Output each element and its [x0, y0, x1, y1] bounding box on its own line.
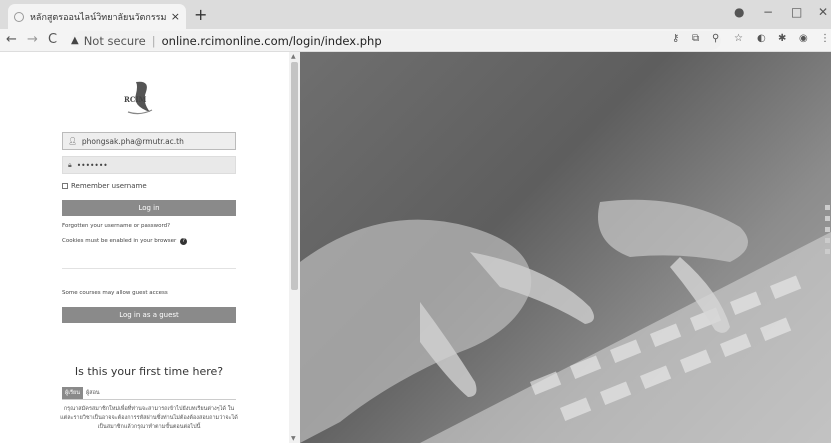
key-icon[interactable]: ⚷ [672, 33, 679, 44]
url-text[interactable]: online.rcimonline.com/login/index.php [162, 34, 382, 48]
bookmark-star-icon[interactable]: ☆ [734, 33, 743, 44]
username-value: phongsak.pha@rmutr.ac.th [81, 136, 184, 146]
lock-icon: 🔒︎ [68, 160, 72, 169]
new-tab-button[interactable]: + [194, 5, 207, 24]
remember-checkbox[interactable] [62, 183, 68, 189]
site-logo: RCIM [122, 78, 162, 118]
forward-button[interactable]: → [27, 32, 38, 47]
scroll-up-icon[interactable]: ▲ [291, 53, 296, 60]
extension-icon[interactable]: ◐ [757, 33, 766, 44]
tab-student[interactable]: ผู้เรียน [62, 387, 84, 399]
divider [62, 268, 236, 269]
omnibox-separator: | [151, 33, 156, 48]
remember-username[interactable]: Remember username [62, 182, 147, 190]
cookies-text: Cookies must be enabled in your browser [62, 238, 177, 244]
login-panel: RCIM 👤︎ phongsak.pha@rmutr.ac.th 🔒︎ ••••… [0, 52, 289, 443]
first-time-tabs: ผู้เรียน ผู้สอน [62, 387, 236, 400]
menu-icon[interactable]: ⋮ [820, 33, 830, 44]
account-icon[interactable]: ◉ [799, 33, 808, 44]
omnibox[interactable]: ▲ Not secure | online.rcimonline.com/log… [71, 31, 721, 50]
login-button[interactable]: Log in [62, 200, 236, 216]
browser-tab-bar: หลักสูตรออนไลน์วิทยาลัยนวัตกรรมการ × + ●… [0, 0, 831, 29]
scrollbar[interactable]: ▲ ▼ [289, 52, 300, 443]
window-close-icon[interactable]: ✕ [818, 5, 828, 19]
first-time-heading: Is this your first time here? [74, 365, 224, 378]
warning-icon[interactable]: ▲ [71, 35, 79, 46]
forgotten-link[interactable]: Forgotten your username or password? [62, 223, 170, 229]
tab-close-icon[interactable]: × [171, 10, 180, 23]
side-dot-2[interactable] [825, 216, 830, 221]
security-label[interactable]: Not secure [84, 34, 146, 48]
profile-icon[interactable]: ● [734, 5, 744, 19]
first-time-description: กรุณาสมัครสมาชิกใหม่เพื่อที่ท่านจะสามารถ… [60, 406, 238, 430]
side-dot-3[interactable] [825, 227, 830, 232]
password-field[interactable]: 🔒︎ ••••••• [62, 156, 236, 174]
background-image [300, 52, 831, 443]
remember-label: Remember username [71, 182, 147, 190]
side-dot-5[interactable] [825, 249, 830, 254]
favicon-icon [14, 11, 24, 22]
tab-teacher[interactable]: ผู้สอน [83, 387, 103, 399]
reload-button[interactable]: C [48, 32, 57, 47]
guest-access-text: Some courses may allow guest access [62, 290, 168, 296]
zoom-icon[interactable]: ⚲ [712, 33, 719, 44]
address-bar-row: ← → C ▲ Not secure | online.rcimonline.c… [0, 29, 831, 52]
maximize-icon[interactable]: □ [791, 5, 802, 19]
minimize-icon[interactable]: − [763, 5, 773, 19]
username-field[interactable]: 👤︎ phongsak.pha@rmutr.ac.th [62, 132, 236, 150]
back-button[interactable]: ← [6, 32, 17, 47]
puzzle-icon[interactable]: ✱ [778, 33, 786, 44]
help-icon[interactable]: ? [180, 238, 188, 245]
side-dot-4[interactable] [825, 238, 830, 243]
scrollbar-thumb[interactable] [291, 62, 298, 290]
side-dot-1[interactable] [825, 205, 830, 210]
scroll-down-icon[interactable]: ▼ [291, 435, 296, 442]
translate-icon[interactable]: ⧉ [692, 33, 699, 44]
page-content: RCIM 👤︎ phongsak.pha@rmutr.ac.th 🔒︎ ••••… [0, 52, 831, 443]
browser-tab[interactable]: หลักสูตรออนไลน์วิทยาลัยนวัตกรรมการ × [8, 4, 186, 29]
side-toolbar [825, 205, 831, 260]
keyboard-hands-illustration [300, 199, 831, 443]
cookies-notice: Cookies must be enabled in your browser … [62, 238, 188, 245]
guest-login-button[interactable]: Log in as a guest [62, 307, 236, 323]
password-value: ••••••• [76, 160, 108, 170]
logo-text: RCIM [124, 95, 147, 104]
user-icon: 👤︎ [68, 137, 77, 145]
tab-title: หลักสูตรออนไลน์วิทยาลัยนวัตกรรมการ [30, 12, 167, 23]
